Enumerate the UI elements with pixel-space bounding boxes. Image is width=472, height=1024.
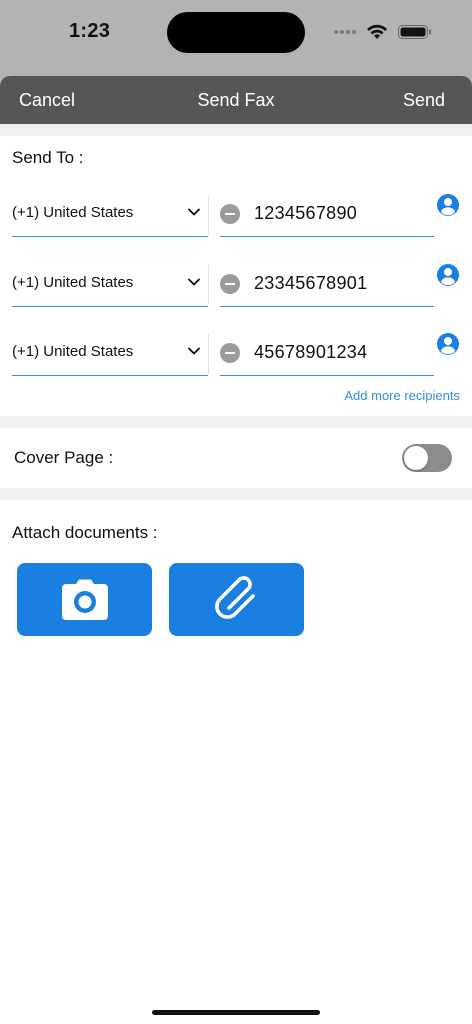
wifi-icon	[367, 24, 387, 39]
status-time: 1:23	[69, 20, 111, 42]
fax-number-value: 23345678901	[254, 273, 368, 293]
recipient-row: (+1) United States 23345678901	[0, 263, 472, 323]
send-fax-sheet: Cancel Send Fax Send Send To : (+1) Unit…	[0, 76, 472, 1024]
navigation-bar: Cancel Send Fax Send	[0, 76, 472, 124]
send-to-label: Send To :	[12, 148, 84, 167]
send-button[interactable]: Send	[403, 90, 445, 111]
recipient-row: (+1) United States 45678901234	[0, 332, 472, 392]
camera-button[interactable]	[17, 563, 152, 636]
country-value: (+1) United States	[12, 204, 134, 221]
recipient-row: (+1) United States 1234567890	[0, 193, 472, 253]
country-select[interactable]: (+1) United States	[12, 193, 209, 237]
cover-page-toggle[interactable]	[402, 444, 452, 472]
person-circle-icon[interactable]	[436, 332, 460, 356]
country-select[interactable]: (+1) United States	[12, 332, 209, 376]
select-divider	[208, 334, 209, 374]
status-indicators	[334, 22, 432, 42]
dynamic-island	[167, 12, 305, 53]
fax-number-field[interactable]: 45678901234	[220, 332, 434, 376]
country-value: (+1) United States	[12, 274, 134, 291]
section-separator	[0, 416, 472, 428]
attach-documents-label: Attach documents :	[12, 523, 158, 542]
chevron-down-icon	[188, 278, 200, 286]
battery-icon	[398, 25, 431, 39]
section-separator	[0, 488, 472, 500]
minus-circle-icon[interactable]	[220, 343, 240, 363]
status-bar: 1:23	[0, 0, 472, 76]
person-circle-icon[interactable]	[436, 263, 460, 287]
fax-number-field[interactable]: 23345678901	[220, 263, 434, 307]
minus-circle-icon[interactable]	[220, 204, 240, 224]
fax-number-value: 1234567890	[254, 203, 358, 223]
select-divider	[208, 265, 209, 305]
camera-icon	[61, 579, 108, 620]
add-more-recipients-link[interactable]: Add more recipients	[344, 388, 460, 403]
attach-file-button[interactable]	[169, 563, 304, 636]
chevron-down-icon	[188, 347, 200, 355]
cover-page-label: Cover Page :	[14, 448, 114, 467]
paperclip-icon	[214, 575, 255, 619]
home-indicator	[152, 1010, 320, 1015]
person-circle-icon[interactable]	[436, 193, 460, 217]
fax-number-field[interactable]: 1234567890	[220, 193, 434, 237]
cellular-signal-icon	[334, 30, 356, 34]
chevron-down-icon	[188, 208, 200, 216]
section-separator	[0, 124, 472, 136]
country-select[interactable]: (+1) United States	[12, 263, 209, 307]
page-title: Send Fax	[197, 90, 275, 110]
fax-number-value: 45678901234	[254, 342, 368, 362]
select-divider	[208, 195, 209, 235]
country-value: (+1) United States	[12, 343, 134, 360]
toggle-knob	[404, 446, 428, 470]
minus-circle-icon[interactable]	[220, 274, 240, 294]
